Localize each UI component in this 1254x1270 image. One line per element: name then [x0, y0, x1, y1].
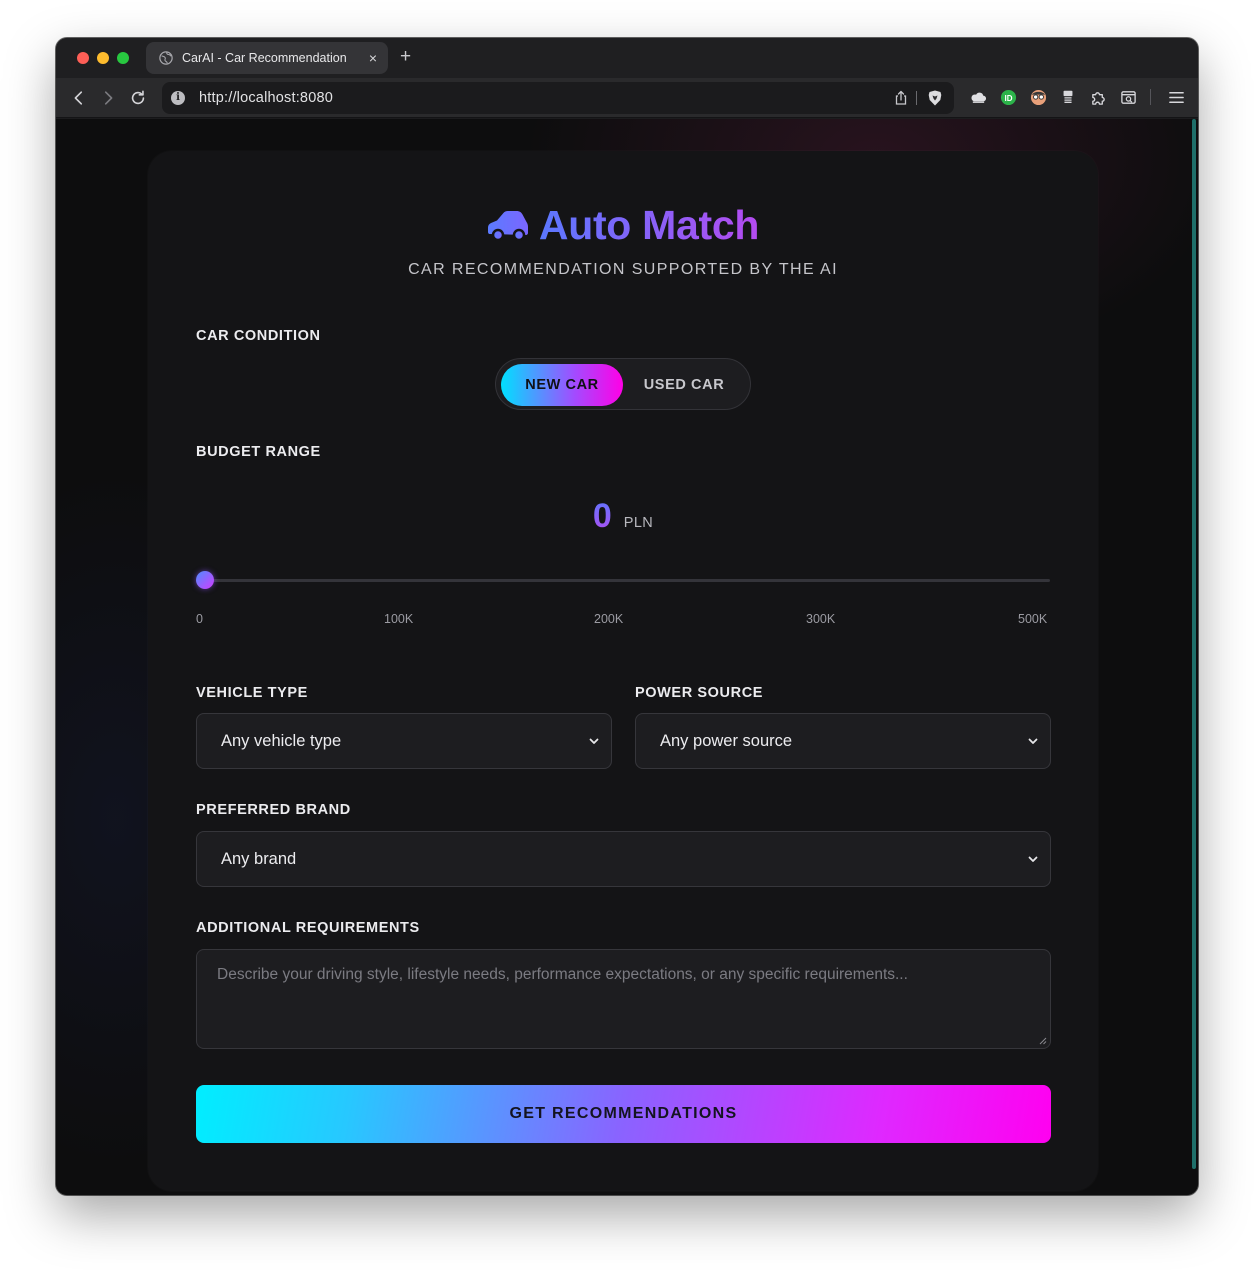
brand-select[interactable]: Any brand [196, 831, 1051, 887]
budget-label: BUDGET RANGE [196, 444, 321, 460]
app-title: Auto Match [538, 202, 760, 248]
budget-readout: 0 PLN [148, 497, 1098, 536]
scrollbar-thumb[interactable] [1192, 119, 1196, 1169]
address-bar[interactable]: i http://localhost:8080 [162, 82, 954, 114]
id-extension-icon[interactable]: ID [999, 88, 1017, 106]
form-card: Auto Match CAR RECOMMENDATION SUPPORTED … [148, 151, 1098, 1191]
translate-extension-icon[interactable] [1059, 88, 1077, 106]
vehicle-type-label: VEHICLE TYPE [196, 685, 308, 701]
tab-title: CarAI - Car Recommendation [182, 51, 347, 65]
brave-shield-icon[interactable] [926, 89, 944, 107]
globe-icon [159, 51, 173, 65]
car-icon [487, 211, 528, 242]
chevron-down-icon [1028, 738, 1038, 744]
power-source-value: Any power source [660, 731, 793, 750]
browser-window: CarAI - Car Recommendation × + i http://… [56, 38, 1198, 1195]
menu-icon[interactable] [1167, 88, 1185, 106]
vehicle-type-select[interactable]: Any vehicle type [196, 713, 612, 769]
brand-label: PREFERRED BRAND [196, 802, 351, 818]
back-icon[interactable] [69, 88, 89, 108]
url-text[interactable]: http://localhost:8080 [199, 90, 333, 106]
browser-toolbar: i http://localhost:8080 ID [56, 78, 1198, 118]
avatar-extension-icon[interactable] [1029, 88, 1047, 106]
vehicle-type-value: Any vehicle type [221, 731, 342, 750]
browser-tab[interactable]: CarAI - Car Recommendation × [146, 42, 388, 74]
requirements-placeholder: Describe your driving style, lifestyle n… [217, 966, 908, 983]
extensions-puzzle-icon[interactable] [1089, 88, 1107, 106]
resize-grip-icon[interactable] [1038, 1036, 1047, 1045]
new-tab-button[interactable]: + [400, 46, 411, 68]
budget-slider-handle[interactable] [196, 571, 214, 589]
page-scrollbar[interactable] [1190, 119, 1198, 1195]
budget-currency: PLN [623, 515, 654, 531]
forward-icon[interactable] [98, 88, 118, 108]
budget-tick: 0 [196, 612, 203, 626]
requirements-textarea[interactable]: Describe your driving style, lifestyle n… [196, 949, 1051, 1049]
svg-text:ID: ID [1004, 93, 1012, 102]
new-car-option[interactable]: NEW CAR [501, 364, 623, 406]
maximize-window-button[interactable] [117, 52, 129, 64]
budget-slider-track[interactable] [196, 579, 1050, 582]
tab-strip: CarAI - Car Recommendation × + [56, 38, 1198, 78]
address-divider [916, 91, 917, 105]
minimize-window-button[interactable] [97, 52, 109, 64]
budget-tick: 100K [384, 612, 414, 626]
budget-tick: 200K [594, 612, 624, 626]
condition-toggle: NEW CAR USED CAR [495, 358, 751, 410]
app-subtitle: CAR RECOMMENDATION SUPPORTED BY THE AI [408, 261, 838, 278]
tab-close-icon[interactable]: × [369, 50, 377, 66]
requirements-label: ADDITIONAL REQUIREMENTS [196, 920, 420, 936]
power-source-label: POWER SOURCE [635, 685, 764, 701]
budget-tick: 300K [806, 612, 836, 626]
app-header: Auto Match [148, 201, 1098, 249]
condition-label: CAR CONDITION [196, 328, 321, 344]
chevron-down-icon [1028, 856, 1038, 862]
used-car-option[interactable]: USED CAR [623, 364, 745, 406]
chevron-down-icon [589, 738, 599, 744]
share-icon[interactable] [893, 90, 909, 106]
get-recommendations-button[interactable]: GET RECOMMENDATIONS [196, 1085, 1051, 1143]
reader-mode-icon[interactable] [1119, 88, 1137, 106]
power-source-select[interactable]: Any power source [635, 713, 1051, 769]
budget-tick: 500K [1018, 612, 1048, 626]
cloud-extension-icon[interactable] [969, 88, 987, 106]
site-info-icon[interactable]: i [171, 91, 185, 105]
close-window-button[interactable] [77, 52, 89, 64]
budget-value: 0 [592, 497, 612, 535]
brand-value: Any brand [221, 849, 297, 868]
toolbar-divider [1150, 89, 1151, 105]
reload-icon[interactable] [128, 88, 148, 108]
page-content: Auto Match CAR RECOMMENDATION SUPPORTED … [56, 119, 1190, 1195]
